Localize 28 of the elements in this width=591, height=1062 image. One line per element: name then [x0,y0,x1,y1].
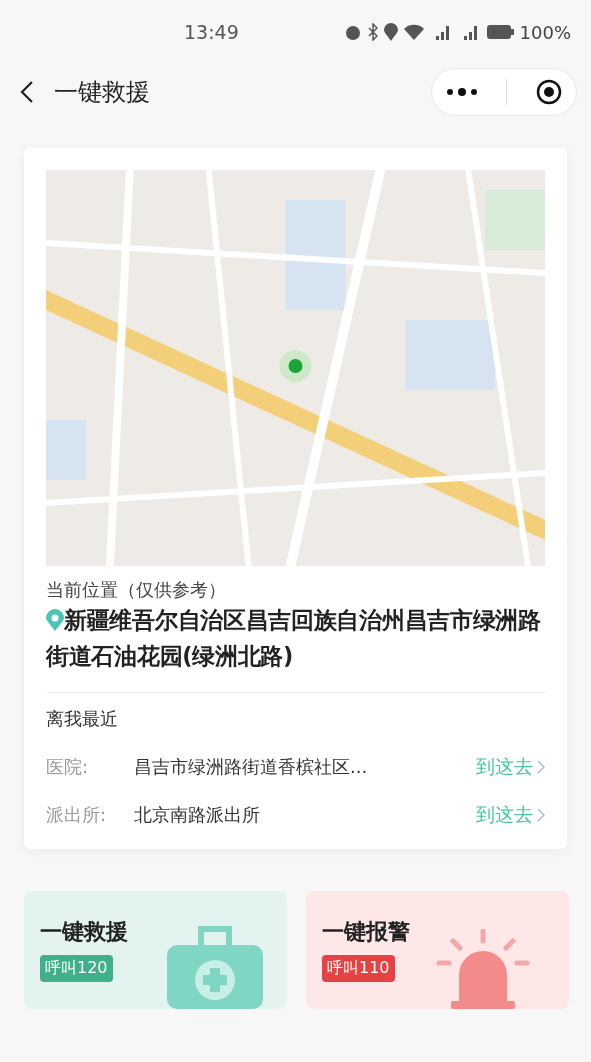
page-title: 一键救援 [54,77,150,108]
place-type: 医院: [46,755,90,779]
pin-icon [46,609,64,631]
status-time: 13:49 [184,21,239,43]
nearby-title: 离我最近 [46,707,119,731]
back-icon[interactable] [20,80,34,104]
location-label: 当前位置（仅供参考） [46,578,227,602]
first-aid-kit-icon [167,925,263,1009]
chevron-icon [537,808,545,822]
battery-percent: 100% [519,21,571,43]
emergency-card[interactable]: 一键报警 呼叫110 [306,891,569,1009]
call-badge: 呼叫110 [322,955,395,982]
card-title: 一键救援 [40,918,128,946]
wifi-icon [403,24,424,40]
place-type: 派出所: [46,803,108,827]
more-icon[interactable] [446,87,479,97]
place-name: 北京南路派出所 [134,803,260,827]
chevron-icon [537,760,545,774]
card-title: 一键报警 [322,918,410,946]
address-text: 新疆维吾尔自治区昌吉回族自治州昌吉市绿洲路街道石油花园(绿洲北路) [46,606,542,671]
battery-icon [485,24,514,40]
location-icon [383,23,398,41]
bluetooth-icon [367,23,378,41]
close-icon[interactable] [535,79,562,105]
siren-icon [435,929,531,1009]
call-badge: 呼叫120 [40,955,113,982]
place-name: 昌吉市绿洲路街道香槟社区... [134,755,368,779]
emergency-card[interactable]: 一键救援 呼叫120 [24,891,287,1009]
